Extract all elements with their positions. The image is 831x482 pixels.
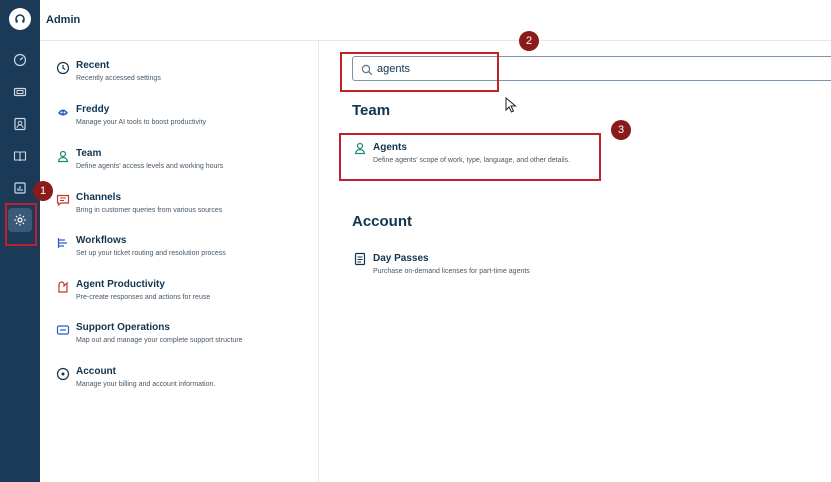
category-title: Account xyxy=(76,366,116,377)
support-ops-icon xyxy=(56,323,70,337)
category-team[interactable]: Team Define agents' access levels and wo… xyxy=(56,148,306,184)
category-title: Recent xyxy=(76,60,110,71)
user-icon xyxy=(353,141,367,155)
category-description: Manage your AI tools to boost productivi… xyxy=(76,119,206,126)
category-recent[interactable]: Recent Recently accessed settings xyxy=(56,60,306,96)
category-description: Set up your ticket routing and resolutio… xyxy=(76,250,226,257)
category-description: Pre-create responses and actions for reu… xyxy=(76,294,211,301)
reports-icon[interactable] xyxy=(8,176,32,200)
productivity-icon xyxy=(56,280,70,294)
category-description: Define agents' access levels and working… xyxy=(76,163,224,170)
result-day-passes[interactable]: Day Passes Purchase on-demand licenses f… xyxy=(353,252,653,286)
category-title: Support Operations xyxy=(76,322,170,333)
document-icon xyxy=(353,252,367,266)
category-title: Workflows xyxy=(76,235,127,246)
result-title: Day Passes xyxy=(373,253,429,264)
freddy-icon xyxy=(56,105,70,119)
category-channels[interactable]: Channels Bring in customer queries from … xyxy=(56,192,306,228)
result-title: Agents xyxy=(373,142,407,153)
category-title: Channels xyxy=(76,192,122,203)
headset-logo-icon[interactable] xyxy=(9,8,31,30)
category-title: Agent Productivity xyxy=(76,279,165,290)
chat-icon xyxy=(56,193,70,207)
category-account[interactable]: Account Manage your billing and account … xyxy=(56,366,306,402)
result-description: Purchase on-demand licenses for part-tim… xyxy=(373,268,530,275)
top-header: Admin xyxy=(40,0,831,41)
book-icon[interactable] xyxy=(8,144,32,168)
search-input[interactable] xyxy=(377,60,677,78)
category-description: Manage your billing and account informat… xyxy=(76,381,216,388)
results-heading-account: Account xyxy=(352,213,412,230)
search-box[interactable] xyxy=(352,56,831,81)
page-title: Admin xyxy=(46,14,81,26)
category-title: Team xyxy=(76,148,102,159)
category-support-operations[interactable]: Support Operations Map out and manage yo… xyxy=(56,322,306,358)
workflow-icon xyxy=(56,236,70,250)
category-agent-productivity[interactable]: Agent Productivity Pre-create responses … xyxy=(56,279,306,315)
annotation-badge-3: 3 xyxy=(611,120,631,140)
mouse-cursor-icon xyxy=(505,97,517,113)
category-title: Freddy xyxy=(76,104,110,115)
annotation-badge-1: 1 xyxy=(33,181,53,201)
settings-icon[interactable] xyxy=(8,208,32,232)
account-icon xyxy=(56,367,70,381)
category-freddy[interactable]: Freddy Manage your AI tools to boost pro… xyxy=(56,104,306,140)
annotation-badge-2: 2 xyxy=(519,31,539,51)
result-agents[interactable]: Agents Define agents' scope of work, typ… xyxy=(353,141,653,175)
tickets-icon[interactable] xyxy=(8,80,32,104)
search-results-pane: Team Agents Define agents' scope of work… xyxy=(318,41,831,482)
history-icon xyxy=(56,61,70,75)
settings-categories: Recent Recently accessed settings Freddy… xyxy=(40,41,316,482)
dashboard-icon[interactable] xyxy=(8,48,32,72)
nav-rail xyxy=(0,0,40,482)
contacts-icon[interactable] xyxy=(8,112,32,136)
category-description: Recently accessed settings xyxy=(76,75,161,82)
category-description: Map out and manage your complete support… xyxy=(76,337,243,344)
category-description: Bring in customer queries from various s… xyxy=(76,207,223,214)
search-icon xyxy=(361,63,373,76)
user-icon xyxy=(56,149,70,163)
result-description: Define agents' scope of work, type, lang… xyxy=(373,157,571,164)
results-heading-team: Team xyxy=(352,102,391,119)
category-workflows[interactable]: Workflows Set up your ticket routing and… xyxy=(56,235,306,271)
